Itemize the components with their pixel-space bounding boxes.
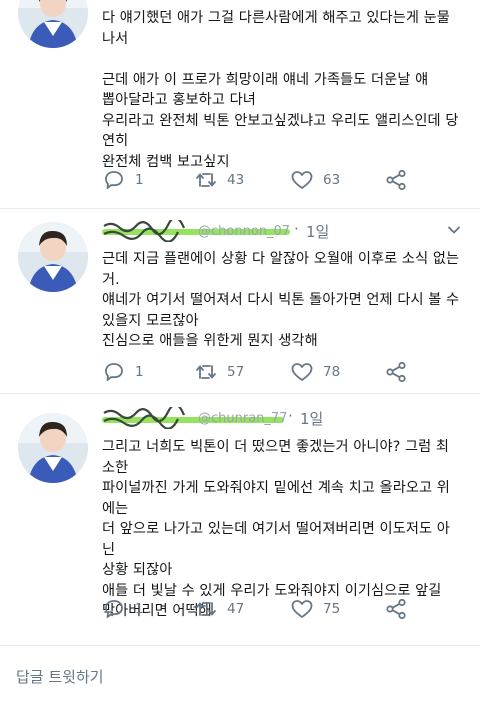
reply-button[interactable]: 1 xyxy=(102,358,144,386)
reply-count: 1 xyxy=(135,364,144,380)
like-button[interactable]: 78 xyxy=(290,358,340,386)
handle-partial: @chonnon_07 xyxy=(198,224,290,239)
avatar[interactable] xyxy=(18,0,88,48)
like-button[interactable]: 75 xyxy=(290,595,340,623)
retweet-icon xyxy=(196,602,216,616)
reply-button[interactable]: 1 xyxy=(102,166,144,194)
tweet-header: @chonnon_07 · 1일 xyxy=(102,220,462,244)
tweet-3[interactable]: @chunran_77 · 1일 그리고 너희도 빅톤이 더 떴으면 좋겠는거 … xyxy=(0,393,480,635)
share-icon xyxy=(386,169,406,191)
share-icon xyxy=(386,598,406,620)
retweet-count: 47 xyxy=(227,601,245,617)
tweet-header: @chunran_77 · 1일 xyxy=(102,407,462,431)
share-button[interactable] xyxy=(384,166,408,194)
tweet-text: 그리고 너희도 빅톤이 더 떴으면 좋겠는거 아니야? 그럼 최소한 파이널까진… xyxy=(102,439,450,619)
separator: · xyxy=(294,220,299,238)
reply-icon xyxy=(105,363,123,381)
like-count: 78 xyxy=(323,364,341,380)
avatar[interactable] xyxy=(18,222,88,292)
reply-compose-placeholder[interactable]: 답글 트윗하기 xyxy=(16,666,104,687)
heart-icon xyxy=(291,600,313,618)
tweet-actions: 1 57 78 xyxy=(102,358,432,386)
profile-photo xyxy=(18,0,88,48)
tweet-actions: 1 43 63 xyxy=(102,166,432,194)
reply-button[interactable]: 1 xyxy=(102,595,144,623)
reply-icon xyxy=(105,171,123,189)
profile-photo xyxy=(18,413,88,483)
like-count: 75 xyxy=(323,601,341,617)
like-button[interactable]: 63 xyxy=(290,166,340,194)
avatar[interactable] xyxy=(18,413,88,483)
share-button[interactable] xyxy=(384,358,408,386)
retweet-icon xyxy=(196,365,216,379)
tweet-text: 근데 지금 플랜에이 상황 다 알잖아 오월애 이후로 소식 없는거. 얘네가 … xyxy=(102,251,460,349)
heart-icon xyxy=(291,171,313,189)
like-count: 63 xyxy=(323,172,341,188)
chevron-down-icon[interactable] xyxy=(446,222,462,238)
retweet-count: 57 xyxy=(227,364,245,380)
retweet-icon xyxy=(196,173,216,187)
timestamp[interactable]: 1일 xyxy=(300,408,323,429)
tweet-text: 다 얘기했던 애가 그걸 다른사람에게 해주고 있다는게 눈물나서 근데 애가 … xyxy=(102,10,459,170)
separator: · xyxy=(288,407,293,425)
tweet-2[interactable]: @chonnon_07 · 1일 근데 지금 플랜에이 상황 다 알잖아 오월애… xyxy=(0,208,480,393)
share-icon xyxy=(386,361,406,383)
retweet-button[interactable]: 43 xyxy=(194,166,244,194)
reply-compose-bar[interactable]: 답글 트윗하기 xyxy=(0,645,480,707)
retweet-button[interactable]: 47 xyxy=(194,595,244,623)
heart-icon xyxy=(291,363,313,381)
redacted-name: @chonnon_07 xyxy=(102,220,290,242)
retweet-count: 43 xyxy=(227,172,245,188)
reply-count: 1 xyxy=(135,601,144,617)
reply-icon xyxy=(105,600,123,618)
tweet-actions: 1 47 75 xyxy=(102,595,432,623)
retweet-button[interactable]: 57 xyxy=(194,358,244,386)
share-button[interactable] xyxy=(384,595,408,623)
profile-photo xyxy=(18,222,88,292)
redacted-name: @chunran_77 xyxy=(102,407,287,429)
handle-partial: @chunran_77 xyxy=(198,411,287,426)
tweet-1[interactable]: 다 얘기했던 애가 그걸 다른사람에게 해주고 있다는게 눈물나서 근데 애가 … xyxy=(0,0,480,208)
reply-count: 1 xyxy=(135,172,144,188)
timestamp[interactable]: 1일 xyxy=(306,221,329,242)
